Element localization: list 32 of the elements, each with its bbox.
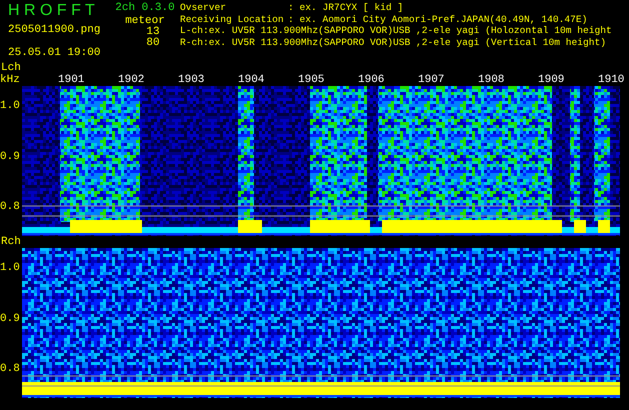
- axis-tick-label: 0.9: [0, 151, 20, 163]
- axis-tick-label: 0.8: [0, 363, 20, 375]
- axis-tick-label: 1.0: [0, 100, 20, 112]
- time-label: 1902: [117, 74, 142, 86]
- time-label: 1907: [417, 74, 442, 86]
- count-value: 80: [145, 38, 160, 49]
- version-label: 2ch 0.3.0: [115, 2, 175, 15]
- channel-label: Lch: [0, 62, 22, 74]
- axis-tick-label: 0.9: [0, 313, 20, 325]
- app-name: H R O F F T: [8, 2, 96, 20]
- time-label: 1910: [597, 74, 622, 86]
- time-label: 1906: [357, 74, 382, 86]
- axis-tick-label: 0.8: [0, 201, 20, 213]
- info-label: Ovserver: [180, 2, 228, 14]
- time-label: 1903: [177, 74, 202, 86]
- channel-label: Rch: [0, 236, 22, 248]
- info-label: Receiving Location: [180, 14, 285, 25]
- info-value: : ex. JR7CYX [ kid ]: [288, 2, 404, 14]
- file-name: 2505011900.png: [8, 23, 102, 37]
- date-time: 25.05.01 19:00: [8, 46, 102, 60]
- time-label: 1908: [477, 74, 502, 86]
- channel-info: R-ch:ex. UV5R 113.900Mhz(SAPPORO VOR)USB ,2-ele yagi (Vertical 10m height): [180, 36, 608, 48]
- time-label: 1901: [57, 74, 82, 86]
- time-label: 1904: [237, 74, 262, 86]
- axis-tick-label: 1.0: [0, 262, 20, 274]
- unit-label: kHz: [0, 74, 21, 86]
- count-label: meteor: [125, 15, 165, 27]
- count-value: 13: [145, 27, 160, 38]
- time-label: 1905: [297, 74, 322, 86]
- info-value: : ex. Aomori City Aomori-Pref.JAPAN(40.49N, 140.47E): [288, 14, 588, 25]
- time-label: 1909: [537, 74, 562, 86]
- channel-info: L-ch:ex. UV5R 113.900Mhz(SAPPORO VOR)USB ,2-ele yagi (Holozontal 10m height: [180, 25, 612, 36]
